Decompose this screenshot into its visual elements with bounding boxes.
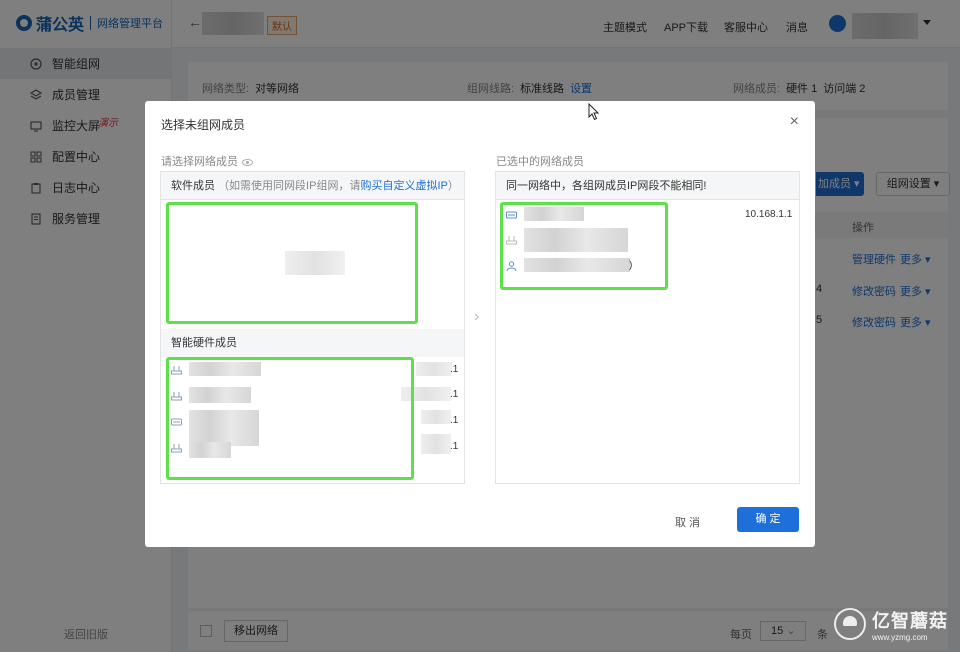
select-members-label: 请选择网络成员 xyxy=(161,153,253,169)
selected-members-warning: 同一网络中，各组网成员IP网段不能相同! xyxy=(496,172,799,200)
hardware-ip-redacted xyxy=(421,434,451,454)
confirm-button[interactable]: 确 定 xyxy=(737,507,799,532)
modal-title: 选择未组网成员 xyxy=(161,118,246,132)
cancel-button[interactable]: 取 消 xyxy=(675,514,700,530)
hardware-ip-redacted xyxy=(421,410,451,424)
selected-members-label: 已选中的网络成员 xyxy=(496,156,584,168)
watermark-name: 亿智蘑菇 xyxy=(872,610,948,631)
hardware-ip-tail: .1 xyxy=(450,441,459,452)
hardware-members-header: 智能硬件成员 xyxy=(161,329,464,357)
software-members-header: 软件成员 （如需使用同网段IP组网，请购买自定义虚拟IP） xyxy=(161,172,464,200)
hardware-ip-redacted xyxy=(416,362,452,376)
highlight-box-software xyxy=(166,202,418,324)
select-members-modal: 选择未组网成员 × 请选择网络成员 已选中的网络成员 软件成员 （如需使用同网段… xyxy=(145,101,815,547)
watermark: 亿智蘑菇 www.yzmg.com xyxy=(834,604,948,644)
hardware-ip-tail: .1 xyxy=(450,415,459,426)
eye-icon[interactable] xyxy=(242,158,253,166)
mushroom-logo-icon xyxy=(834,608,866,640)
selected-member-ip: 10.168.1.1 xyxy=(745,209,793,220)
close-icon[interactable]: × xyxy=(790,113,799,131)
chevron-right-icon[interactable]: › xyxy=(474,308,479,326)
watermark-url: www.yzmg.com xyxy=(872,632,928,642)
hardware-ip-tail: .1 xyxy=(450,389,459,400)
highlight-box-hardware xyxy=(166,357,414,480)
hardware-ip-tail: .1 xyxy=(450,364,459,375)
buy-virtual-ip-link[interactable]: 购买自定义虚拟IP xyxy=(360,180,447,192)
highlight-box-selected xyxy=(500,202,668,290)
